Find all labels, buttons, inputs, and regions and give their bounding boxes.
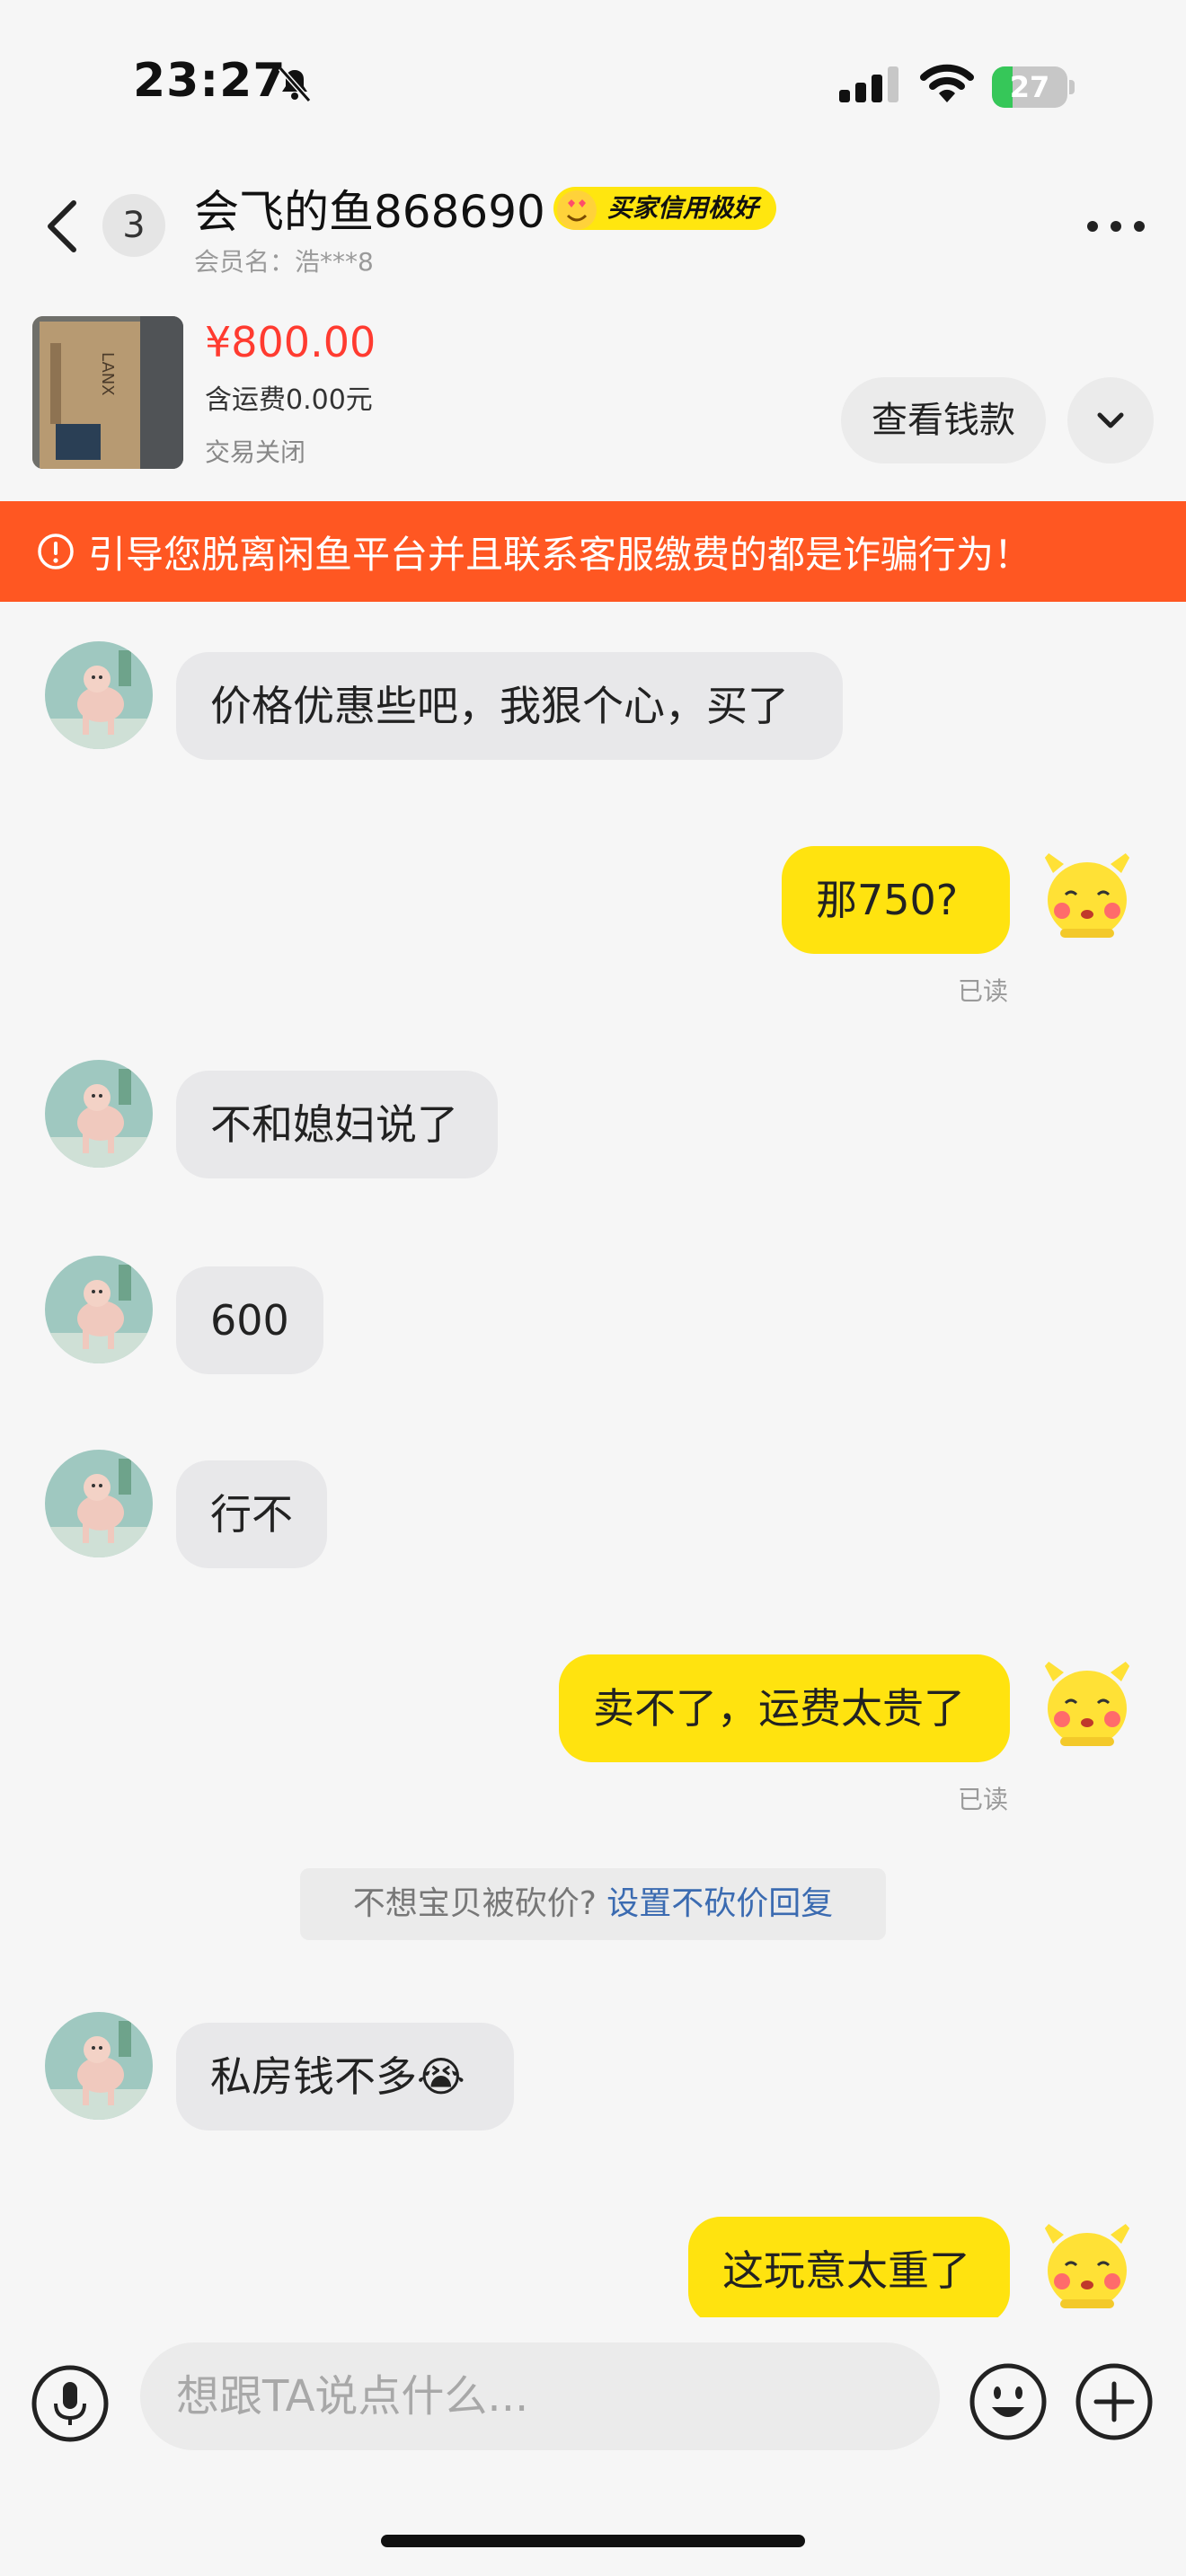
- back-button[interactable]: [38, 198, 92, 255]
- my-avatar[interactable]: [1033, 837, 1141, 945]
- product-shipping: 含运费0.00元: [205, 384, 373, 416]
- message-bubble[interactable]: 行不: [176, 1460, 327, 1568]
- message-bubble[interactable]: 600: [176, 1266, 323, 1374]
- no-bargain-hint: 不想宝贝被砍价? 设置不砍价回复: [300, 1868, 886, 1940]
- contact-avatar[interactable]: [45, 2012, 153, 2120]
- status-time: 23:27: [133, 54, 287, 108]
- contact-name[interactable]: 会飞的鱼868690: [194, 176, 545, 241]
- contact-avatar[interactable]: [45, 641, 153, 749]
- contact-avatar[interactable]: [45, 1256, 153, 1363]
- battery-level: 27: [1009, 70, 1050, 104]
- view-payment-button[interactable]: 查看钱款: [841, 377, 1046, 463]
- warning-banner: 引导您脱离闲鱼平台并且联系客服缴费的都是诈骗行为！: [0, 501, 1186, 602]
- emoji-icon[interactable]: [969, 2362, 1048, 2441]
- no-bargain-settings-link[interactable]: 设置不砍价回复: [606, 1885, 833, 1922]
- credit-badge-label: 买家信用极好: [607, 193, 759, 223]
- microphone-icon[interactable]: [31, 2364, 110, 2443]
- home-indicator: [381, 2535, 805, 2547]
- message-bubble[interactable]: 私房钱不多😭: [176, 2023, 514, 2130]
- contact-avatar[interactable]: [45, 1060, 153, 1168]
- wifi-icon: [920, 64, 974, 102]
- heart-eyes-emoji-icon: [557, 190, 597, 230]
- product-status: 交易关闭: [205, 437, 306, 467]
- more-dots-icon[interactable]: [1084, 212, 1148, 239]
- svg-text:LANX: LANX: [98, 352, 117, 396]
- warning-circle-icon: [38, 534, 74, 569]
- product-price: ¥800.00: [205, 318, 376, 366]
- contact-avatar[interactable]: [45, 1450, 153, 1557]
- message-bubble[interactable]: 这玩意太重了: [688, 2217, 1010, 2325]
- message-input[interactable]: [140, 2342, 940, 2450]
- credit-badge[interactable]: 买家信用极好: [553, 187, 777, 230]
- chevron-down-icon: [1097, 412, 1124, 428]
- warning-text: 引导您脱离闲鱼平台并且联系客服缴费的都是诈骗行为！: [88, 533, 1032, 577]
- message-bubble[interactable]: 卖不了，运费太贵了: [559, 1654, 1010, 1762]
- read-receipt: 已读: [958, 976, 1009, 1006]
- message-bubble[interactable]: 那750?: [782, 846, 1010, 954]
- bell-slash-icon: [278, 66, 312, 102]
- member-name: 会员名：浩***8: [194, 247, 374, 277]
- add-icon[interactable]: [1075, 2362, 1154, 2441]
- cellular-signal-icon: [839, 66, 898, 102]
- no-bargain-hint-text: 不想宝贝被砍价?: [352, 1885, 597, 1922]
- message-bubble[interactable]: 价格优惠些吧，我狠个心，买了: [176, 652, 843, 760]
- my-avatar[interactable]: [1033, 2208, 1141, 2316]
- read-receipt: 已读: [958, 1785, 1009, 1814]
- my-avatar[interactable]: [1033, 1645, 1141, 1753]
- message-bubble[interactable]: 不和媳妇说了: [176, 1071, 498, 1178]
- unread-count-badge[interactable]: 3: [102, 194, 165, 257]
- product-thumbnail[interactable]: LANX: [32, 316, 183, 469]
- expand-button[interactable]: [1067, 377, 1154, 463]
- battery-indicator: 27: [992, 66, 1075, 108]
